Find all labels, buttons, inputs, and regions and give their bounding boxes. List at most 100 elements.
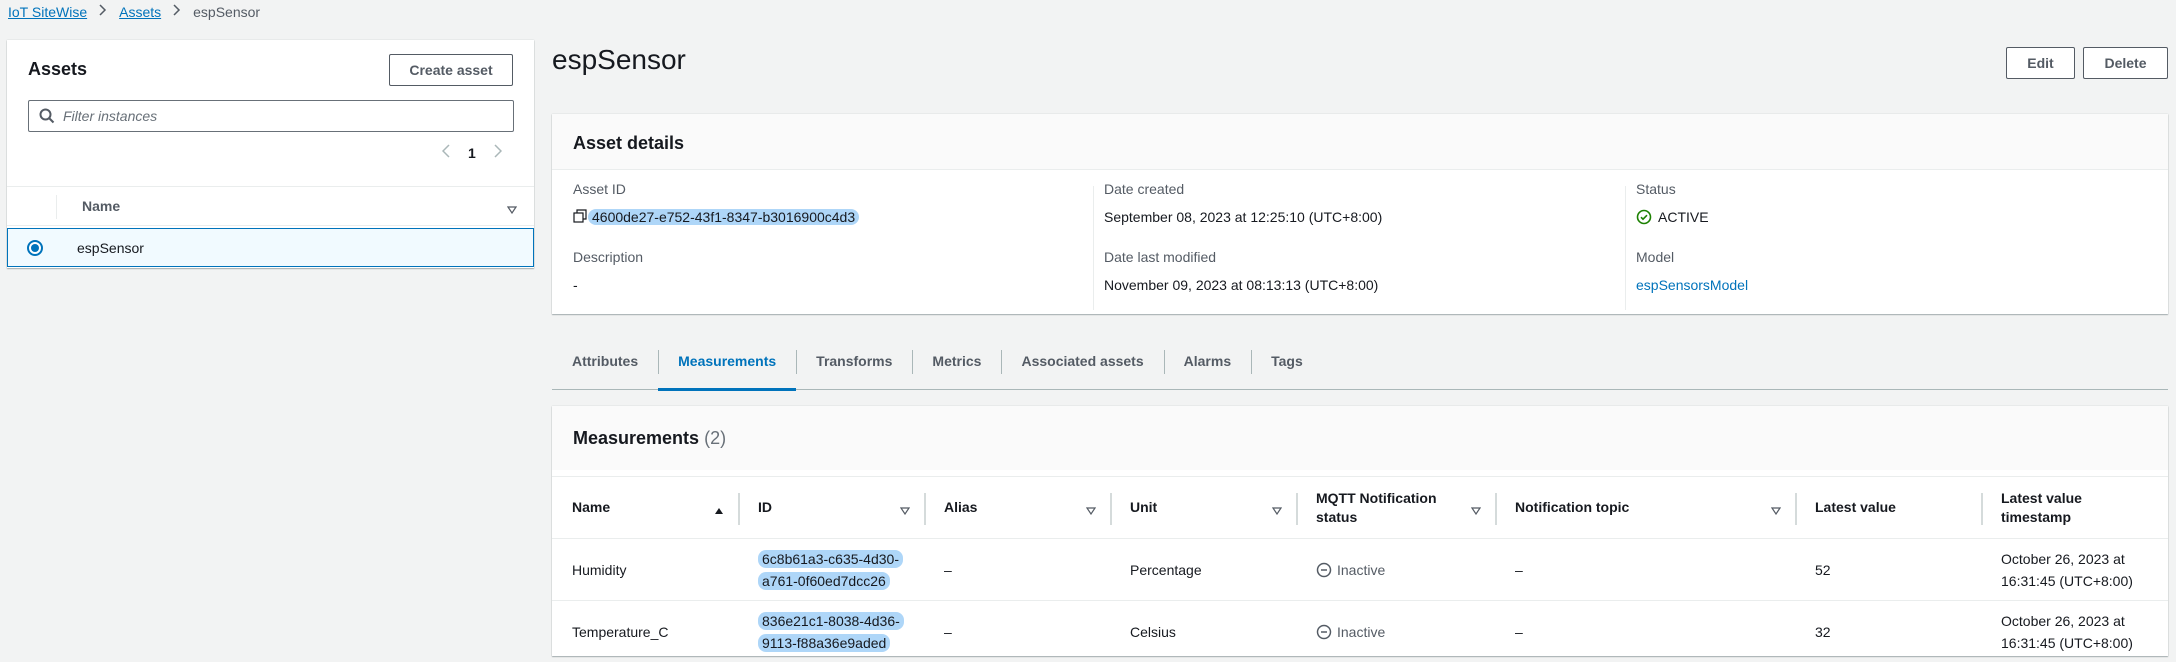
cell-notification-topic: – — [1495, 538, 1795, 601]
tab-tags[interactable]: Tags — [1251, 340, 1323, 390]
status-label: Status — [1636, 181, 1676, 197]
column-header-name[interactable]: Name — [552, 476, 738, 539]
filter-instances-field[interactable] — [28, 100, 514, 132]
page-title: espSensor — [552, 44, 686, 75]
cell-unit: Celsius — [1110, 600, 1296, 662]
row-radio-selected[interactable] — [27, 240, 43, 256]
sort-down-icon[interactable] — [1770, 501, 1782, 520]
sort-down-icon[interactable] — [1271, 501, 1283, 520]
tab-associated-assets[interactable]: Associated assets — [1001, 340, 1163, 390]
column-header-unit[interactable]: Unit — [1110, 476, 1296, 539]
sort-up-icon[interactable] — [714, 501, 724, 520]
tab-alarms[interactable]: Alarms — [1163, 340, 1251, 390]
cell-latest-timestamp: October 26, 2023 at 16:31:45 (UTC+8:00) — [1981, 538, 2168, 601]
description-field: Description - — [573, 248, 643, 294]
chevron-right-icon — [99, 3, 107, 21]
measurements-card: Measurements (2) Name ID Alias Unit MQTT… — [552, 406, 2168, 662]
cell-latest-value: 52 — [1795, 538, 1981, 601]
measurements-table: Name ID Alias Unit MQTT Notification sta… — [552, 476, 2168, 662]
cell-mqtt-status: Inactive — [1337, 561, 1386, 578]
cell-notification-topic: – — [1495, 600, 1795, 662]
asset-id-field: Asset ID 4600de27-e752-43f1-8347-b301690… — [573, 180, 860, 227]
tab-measurements[interactable]: Measurements — [658, 340, 797, 391]
chevron-right-icon — [173, 3, 181, 21]
cell-id: 836e21c1-8038-4d36-9113-f88a36e9aded — [758, 611, 904, 652]
asset-name-cell: espSensor — [77, 239, 144, 256]
assets-panel: Assets Create asset 1 Name espSensor — [7, 40, 534, 268]
model-label: Model — [1636, 249, 1675, 265]
date-modified-field: Date last modified November 09, 2023 at … — [1104, 248, 1378, 294]
tab-attributes[interactable]: Attributes — [552, 340, 658, 390]
cell-latest-timestamp: October 26, 2023 at 16:31:45 (UTC+8:00) — [1981, 600, 2168, 662]
table-row: Temperature_C 836e21c1-8038-4d36-9113-f8… — [552, 600, 2168, 662]
cell-unit: Percentage — [1110, 538, 1296, 601]
status-field: Status ACTIVE — [1636, 180, 1709, 226]
breadcrumb-assets[interactable]: Assets — [119, 3, 161, 21]
minus-circle-icon — [1316, 562, 1332, 578]
measurements-count: (2) — [704, 428, 727, 448]
table-header-row: Name ID Alias Unit MQTT Notification sta… — [552, 476, 2168, 539]
pagination: 1 — [441, 144, 502, 161]
cell-mqtt-status: Inactive — [1337, 623, 1386, 640]
filter-instances-input[interactable] — [63, 108, 483, 124]
column-header-mqtt-status[interactable]: MQTT Notification status — [1296, 476, 1495, 539]
description-value: - — [573, 277, 578, 293]
column-header-latest-value: Latest value — [1795, 476, 1981, 539]
page-number[interactable]: 1 — [468, 145, 476, 161]
column-divider — [1625, 186, 1626, 310]
cell-name: Humidity — [552, 538, 738, 601]
sort-down-icon[interactable] — [506, 201, 518, 217]
cell-latest-value: 32 — [1795, 600, 1981, 662]
measurements-title-text: Measurements — [573, 428, 700, 448]
cell-name: Temperature_C — [552, 600, 738, 662]
tab-bar: Attributes Measurements Transforms Metri… — [552, 340, 2168, 391]
minus-circle-icon — [1316, 624, 1332, 640]
asset-details-title: Asset details — [573, 133, 685, 153]
tab-transforms[interactable]: Transforms — [796, 340, 912, 390]
search-icon — [29, 108, 63, 124]
create-asset-button[interactable]: Create asset — [389, 54, 513, 86]
check-circle-icon — [1636, 209, 1652, 225]
chevron-right-icon[interactable] — [494, 144, 502, 161]
edit-button[interactable]: Edit — [2006, 47, 2075, 79]
column-divider — [56, 195, 57, 219]
column-header-name[interactable]: Name — [82, 198, 120, 214]
column-header-alias[interactable]: Alias — [924, 476, 1110, 539]
column-divider — [1093, 186, 1094, 310]
date-created-label: Date created — [1104, 181, 1185, 197]
asset-details-card: Asset details Asset ID 4600de27-e752-43f… — [552, 114, 2168, 314]
table-row: Humidity 6c8b61a3-c635-4d30-a761-0f60ed7… — [552, 538, 2168, 601]
asset-id-label: Asset ID — [573, 181, 626, 197]
date-modified-value: November 09, 2023 at 08:13:13 (UTC+8:00) — [1104, 277, 1379, 293]
card-header: Asset details — [552, 114, 2168, 170]
column-header-latest-timestamp: Latest value timestamp — [1981, 476, 2168, 539]
breadcrumb-current: espSensor — [193, 4, 261, 20]
sort-down-icon[interactable] — [899, 501, 911, 520]
measurements-title: Measurements (2) — [573, 418, 726, 458]
card-header: Measurements (2) — [552, 406, 2168, 470]
delete-button[interactable]: Delete — [2083, 47, 2168, 79]
model-field: Model espSensorsModel — [1636, 248, 1748, 294]
cell-id: 6c8b61a3-c635-4d30-a761-0f60ed7dcc26 — [758, 549, 903, 590]
asset-id-value: 4600de27-e752-43f1-8347-b3016900c4d3 — [588, 209, 860, 225]
assets-panel-title: Assets — [28, 59, 88, 79]
sort-down-icon[interactable] — [1470, 501, 1482, 520]
breadcrumb-iot-sitewise[interactable]: IoT SiteWise — [8, 3, 87, 21]
status-badge: ACTIVE — [1658, 209, 1709, 225]
column-header-id[interactable]: ID — [738, 476, 924, 539]
cell-alias: – — [924, 600, 1110, 662]
cell-alias: – — [924, 538, 1110, 601]
table-row[interactable]: espSensor — [7, 228, 534, 267]
column-header-notification-topic[interactable]: Notification topic — [1495, 476, 1795, 539]
date-modified-label: Date last modified — [1104, 249, 1217, 265]
chevron-left-icon[interactable] — [441, 144, 450, 161]
date-created-value: September 08, 2023 at 12:25:10 (UTC+8:00… — [1104, 209, 1383, 225]
model-link[interactable]: espSensorsModel — [1636, 277, 1748, 293]
description-label: Description — [573, 249, 644, 265]
breadcrumb: IoT SiteWise Assets espSensor — [8, 3, 260, 21]
tab-metrics[interactable]: Metrics — [912, 340, 1001, 390]
sort-down-icon[interactable] — [1085, 501, 1097, 520]
assets-table-header: Name — [7, 186, 534, 226]
date-created-field: Date created September 08, 2023 at 12:25… — [1104, 180, 1382, 226]
copy-icon[interactable] — [573, 209, 587, 227]
